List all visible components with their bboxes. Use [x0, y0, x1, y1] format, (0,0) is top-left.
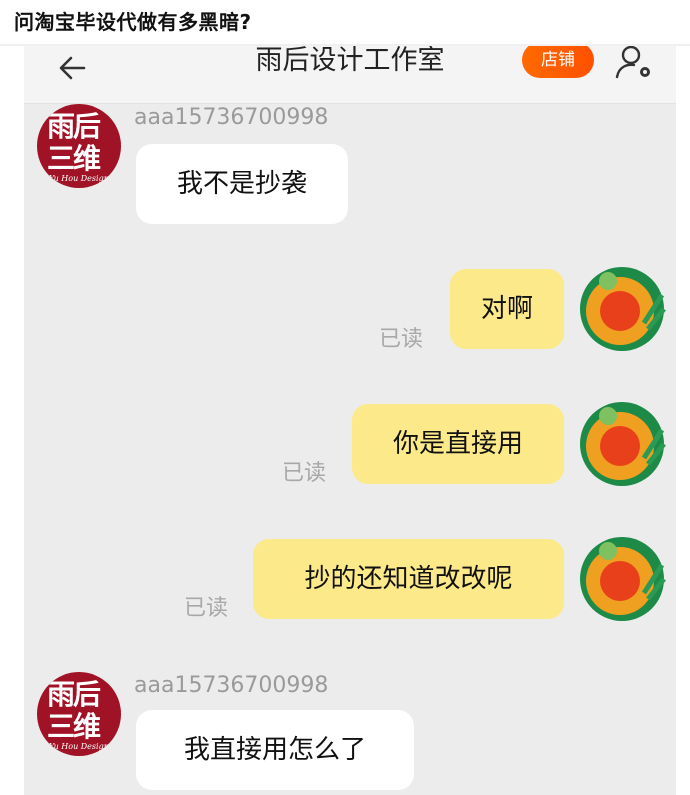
- message-bubble[interactable]: 抄的还知道改改呢: [253, 539, 564, 619]
- read-status: 已读: [379, 327, 424, 352]
- read-status: 已读: [282, 461, 327, 486]
- sender-name: aaa15736700998: [134, 105, 329, 130]
- user-settings-icon[interactable]: [614, 46, 654, 82]
- avatar-text: 雨后: [47, 678, 101, 711]
- avatar-text: 三维: [47, 142, 101, 175]
- shop-avatar[interactable]: 雨后 三维 Yu Hou Design: [37, 104, 121, 188]
- avatar-text: 三维: [47, 710, 101, 743]
- message-bubble[interactable]: 你是直接用: [352, 404, 564, 484]
- read-status: 已读: [184, 596, 229, 621]
- shop-button[interactable]: 店铺: [522, 46, 594, 78]
- message-bubble[interactable]: 对啊: [450, 269, 564, 349]
- chat-window: 雨后设计工作室 店铺 雨后 三维 Yu Hou Design aaa157367…: [24, 46, 676, 795]
- chat-header: 雨后设计工作室 店铺: [24, 46, 676, 104]
- message-bubble[interactable]: 我直接用怎么了: [136, 710, 414, 790]
- avatar-subtext: Yu Hou Design: [49, 742, 109, 751]
- user-avatar[interactable]: [578, 535, 666, 623]
- question-title: 问淘宝毕设代做有多黑暗?: [14, 10, 252, 34]
- avatar-subtext: Yu Hou Design: [49, 174, 109, 183]
- shop-avatar[interactable]: 雨后 三维 Yu Hou Design: [37, 672, 121, 756]
- user-avatar[interactable]: [578, 400, 666, 488]
- avatar-text: 雨后: [47, 110, 101, 143]
- sender-name: aaa15736700998: [134, 673, 329, 698]
- message-bubble[interactable]: 我不是抄袭: [136, 144, 348, 224]
- user-avatar[interactable]: [578, 265, 666, 353]
